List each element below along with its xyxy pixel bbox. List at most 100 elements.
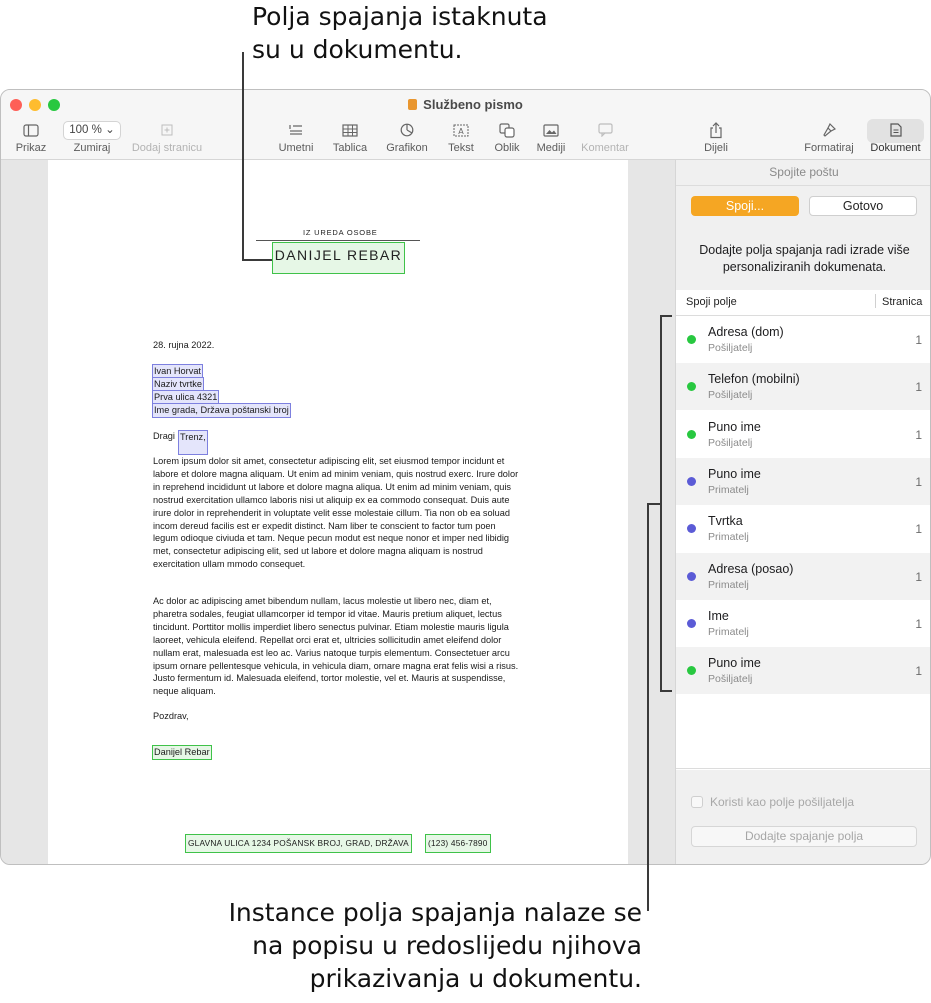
merge-field-signature[interactable]: Danijel Rebar	[152, 745, 212, 760]
share-button[interactable]: Dijeli	[698, 120, 734, 154]
window-title-text: Službeno pismo	[423, 97, 523, 112]
letter-date: 28. rujna 2022.	[153, 340, 215, 350]
column-header-field[interactable]: Spoji polje	[686, 296, 737, 308]
letterhead-rule	[256, 240, 420, 241]
callout-bottom-line-1: Instance polja spajanja nalaze se	[228, 898, 642, 927]
format-label: Formatiraj	[804, 142, 854, 154]
media-icon	[543, 123, 559, 137]
document-page[interactable]: IZ UREDA OSOBE DANIJEL REBAR 28. rujna 2…	[48, 160, 628, 864]
chevron-down-icon: ⌄	[105, 123, 115, 136]
merge-field-row[interactable]: Puno ime Primatelj 1	[676, 457, 930, 505]
callout-bottom-line-2: na popisu u redoslijedu njihova	[252, 931, 642, 960]
view-button[interactable]: Prikaz	[11, 120, 51, 154]
add-page-icon	[161, 124, 173, 136]
media-button[interactable]: Mediji	[532, 120, 570, 154]
share-label: Dijeli	[704, 142, 728, 154]
greeting-prefix: Dragi	[153, 431, 175, 441]
pie-chart-icon	[400, 123, 414, 137]
done-button[interactable]: Gotovo	[809, 196, 917, 216]
merge-field-row[interactable]: Telefon (mobilni) Pošiljatelj 1	[676, 363, 930, 411]
merge-field-row[interactable]: Tvrtka Primatelj 1	[676, 505, 930, 552]
share-icon	[710, 121, 722, 138]
shape-icon	[499, 122, 515, 138]
sidebar-divider	[676, 185, 930, 186]
sender-field-checkbox[interactable]	[691, 796, 703, 808]
callout-bottom-arm	[647, 503, 661, 505]
add-merge-field-button[interactable]: Dodajte spajanje polja	[691, 826, 917, 847]
column-divider	[875, 294, 876, 308]
field-type-dot-icon	[687, 571, 696, 581]
field-type-dot-icon	[687, 429, 696, 439]
field-name: Puno ime	[708, 656, 761, 671]
merge-field-row[interactable]: Puno ime Pošiljatelj 1	[676, 411, 930, 458]
list-bracket-top	[660, 315, 672, 317]
comment-icon	[597, 123, 613, 137]
field-page: 1	[915, 664, 922, 679]
field-type: Pošiljatelj	[708, 673, 753, 686]
field-name: Puno ime	[708, 466, 761, 481]
sidebar-icon	[23, 123, 39, 137]
column-header-page[interactable]: Stranica	[882, 296, 922, 308]
comment-button[interactable]: Komentar	[577, 120, 633, 154]
field-type-dot-icon	[687, 666, 696, 676]
sender-field-checkbox-label: Koristi kao polje pošiljatelja	[710, 795, 855, 809]
titlebar: Službeno pismo Prikaz 100 % ⌄ Zumiraj Do…	[1, 90, 930, 160]
svg-text:A: A	[458, 127, 464, 136]
field-type: Primatelj	[708, 483, 749, 496]
zoom-select[interactable]: 100 % ⌄	[63, 120, 121, 140]
merge-button[interactable]: Spoji...	[691, 196, 799, 216]
insert-icon	[289, 125, 302, 135]
merge-field-list[interactable]: Spoji polje Stranica Adresa (dom) Pošilja…	[676, 290, 930, 770]
insert-button[interactable]: Umetni	[275, 120, 317, 154]
merge-field-row[interactable]: Puno ime Pošiljatelj 1	[676, 647, 930, 695]
merge-field-sender-address[interactable]: GLAVNA ULICA 1234 POŠANSK BROJ, GRAD, DR…	[185, 834, 412, 853]
callout-top-line-1: Polja spajanja istaknuta	[252, 2, 548, 31]
format-button[interactable]: Formatiraj	[800, 120, 858, 154]
field-name: Puno ime	[708, 419, 761, 434]
insert-label: Umetni	[278, 142, 314, 154]
body-paragraph-1: Lorem ipsum dolor sit amet, consectetur …	[153, 456, 519, 570]
text-button[interactable]: A Tekst	[443, 120, 479, 154]
zoom-control[interactable]: 100 % ⌄ Zumiraj	[61, 120, 123, 154]
window-title: Službeno pismo	[1, 97, 930, 112]
document-label: Dokument	[870, 142, 921, 154]
document-canvas[interactable]: IZ UREDA OSOBE DANIJEL REBAR 28. rujna 2…	[1, 160, 675, 864]
field-type-dot-icon	[687, 476, 696, 486]
field-page: 1	[915, 569, 922, 584]
merge-field-first-name[interactable]: Trenz,	[178, 430, 208, 455]
field-name: Adresa (posao)	[708, 561, 794, 576]
callout-bottom-line-3: prikazivanja u dokumentu.	[309, 964, 642, 993]
merge-field-row[interactable]: Adresa (posao) Primatelj 1	[676, 552, 930, 600]
merge-field-sender-name[interactable]: DANIJEL REBAR	[272, 242, 405, 274]
add-page-button[interactable]: Dodaj stranicu	[128, 120, 206, 154]
letterhead-subtitle: IZ UREDA OSOBE	[303, 228, 378, 237]
field-type-dot-icon	[687, 524, 696, 534]
media-label: Mediji	[536, 142, 566, 154]
field-page: 1	[915, 522, 922, 537]
field-name: Adresa (dom)	[708, 325, 784, 339]
text-box-icon: A	[453, 124, 469, 136]
field-type: Primatelj	[708, 531, 749, 544]
field-page: 1	[915, 474, 922, 489]
field-name: Tvrtka	[708, 514, 743, 529]
paintbrush-icon	[823, 122, 836, 137]
table-button[interactable]: Tablica	[329, 120, 371, 154]
app-window: Službeno pismo Prikaz 100 % ⌄ Zumiraj Do…	[0, 89, 931, 865]
callout-top-leader-arm	[242, 259, 272, 261]
document-button[interactable]: Dokument	[867, 120, 924, 154]
view-label: Prikaz	[15, 142, 47, 154]
merge-field-row[interactable]: Ime Primatelj 1	[676, 600, 930, 647]
list-bracket-bottom	[660, 690, 672, 692]
field-page: 1	[915, 616, 922, 631]
document-icon	[889, 123, 902, 137]
field-type-dot-icon	[687, 335, 696, 344]
field-page: 1	[915, 427, 922, 442]
chart-button[interactable]: Grafikon	[382, 120, 432, 154]
merge-field-row[interactable]: Adresa (dom) Pošiljatelj 1	[676, 316, 930, 363]
sidebar-description: Dodajte polja spajanja radi izrade više …	[699, 243, 910, 274]
shape-button[interactable]: Oblik	[489, 120, 525, 154]
merge-field-city[interactable]: Ime grada, Država poštanski broj	[152, 403, 291, 418]
merge-field-sender-phone[interactable]: (123) 456-7890	[425, 834, 491, 853]
field-name: Telefon (mobilni)	[708, 372, 800, 387]
field-type: Pošiljatelj	[708, 436, 753, 449]
